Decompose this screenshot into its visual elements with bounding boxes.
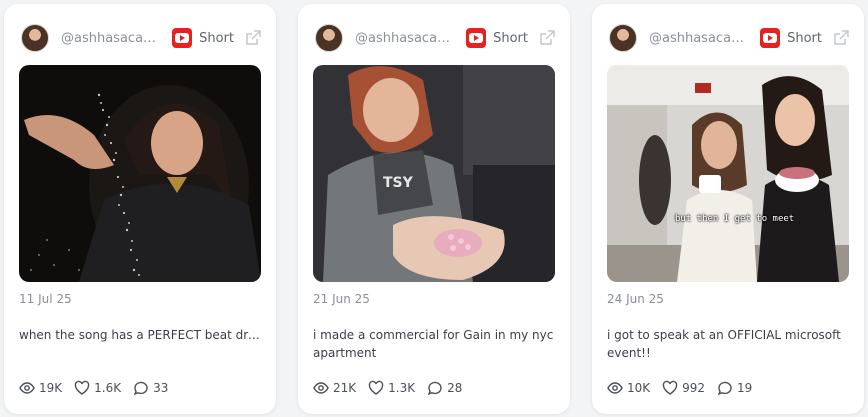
youtube-icon [760,28,781,48]
thumbnail-overlay-text: but then I get to meet [675,214,795,224]
avatar[interactable] [609,24,637,52]
likes-count: 992 [682,381,706,395]
card-header: @ashhasacam... Short [315,23,556,53]
external-link-icon[interactable] [244,29,262,47]
views-stat: 21K [313,380,356,396]
views-count: 19K [39,381,63,395]
video-thumbnail[interactable]: but then I get to meet [607,65,849,282]
comments-count: 28 [447,381,463,395]
comment-icon [133,381,148,396]
comments-stat: 19 [717,380,752,396]
comments-stat: 33 [133,380,168,396]
post-date: 21 Jun 25 [313,292,370,306]
likes-count: 1.6K [94,381,122,395]
youtube-icon [466,28,487,48]
video-thumbnail[interactable]: TSY [313,65,555,282]
post-card[interactable]: @ashhasacam... Short TSY 21 Jun 25 i mad… [298,4,570,414]
views-count: 10K [627,381,651,395]
comments-count: 33 [153,381,169,395]
likes-stat: 992 [662,380,705,396]
eye-icon [313,382,329,394]
comment-icon [717,381,732,396]
views-stat: 10K [607,380,650,396]
eye-icon [19,382,35,394]
post-card[interactable]: @ashhasacam... Short but then I get to m… [592,4,864,414]
post-stats: 21K 1.3K 28 [313,380,474,396]
username[interactable]: @ashhasacam... [61,31,162,46]
post-caption: when the song has a PERFECT beat drop... [19,328,264,342]
views-stat: 19K [19,380,62,396]
likes-stat: 1.6K [74,380,121,396]
comments-count: 19 [737,381,753,395]
post-stats: 19K 1.6K 33 [19,380,180,396]
comment-icon [427,381,442,396]
card-header: @ashhasacam... Short [609,23,850,53]
post-card[interactable]: @ashhasacam... Short 11 Jul 25 when the … [4,4,276,414]
avatar[interactable] [315,24,343,52]
external-link-icon[interactable] [832,29,850,47]
username[interactable]: @ashhasacam... [649,31,750,46]
format-label: Short [199,30,234,46]
eye-icon [607,382,623,394]
post-date: 11 Jul 25 [19,292,72,306]
post-date: 24 Jun 25 [607,292,664,306]
post-caption: i got to speak at an OFFICIAL microsoft … [607,328,841,360]
format-label: Short [787,30,822,46]
external-link-icon[interactable] [538,29,556,47]
views-count: 21K [333,381,357,395]
heart-icon [662,380,678,395]
video-thumbnail[interactable] [19,65,261,282]
username[interactable]: @ashhasacam... [355,31,456,46]
post-stats: 10K 992 19 [607,380,764,396]
youtube-icon [172,28,193,48]
avatar[interactable] [21,24,49,52]
format-label: Short [493,30,528,46]
comments-stat: 28 [427,380,462,396]
heart-icon [74,380,90,395]
card-header: @ashhasacam... Short [21,23,262,53]
post-caption: i made a commercial for Gain in my nyc a… [313,328,554,360]
likes-count: 1.3K [388,381,416,395]
heart-icon [368,380,384,395]
likes-stat: 1.3K [368,380,415,396]
